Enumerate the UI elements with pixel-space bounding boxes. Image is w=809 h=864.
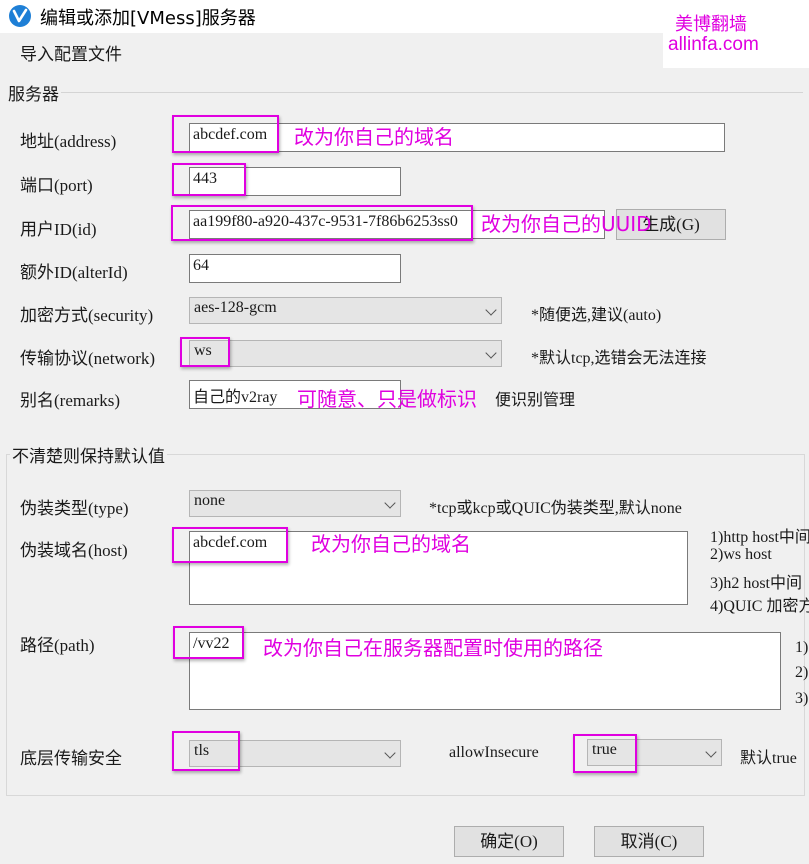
remarks-annotation: 可随意、只是做标识	[297, 387, 477, 411]
uuid-annotation: 改为你自己的UUID	[481, 212, 652, 236]
network-select-value: ws	[194, 342, 212, 359]
ok-button[interactable]: 确定(O)	[454, 826, 564, 857]
host-hint-1: 1)http host中间	[710, 529, 809, 546]
remarks-label: 别名(remarks)	[20, 391, 121, 410]
remarks-input-tail-text: 便识别管理	[495, 392, 576, 409]
chevron-down-icon	[485, 347, 497, 359]
port-input[interactable]: 443	[189, 167, 401, 196]
chevron-down-icon	[384, 497, 396, 509]
network-note: *默认tcp,选错会无法连接	[531, 350, 707, 367]
host-label: 伪装域名(host)	[20, 541, 128, 560]
server-group-title: 服务器	[6, 80, 61, 105]
path-annotation: 改为你自己在服务器配置时使用的路径	[263, 636, 603, 660]
security-note: *随便选,建议(auto)	[531, 307, 662, 324]
allow-insecure-note: 默认true	[740, 750, 797, 767]
network-label: 传输协议(network)	[20, 349, 156, 368]
path-label: 路径(path)	[20, 636, 95, 655]
window-title: 编辑或添加[VMess]服务器	[40, 8, 256, 29]
path-hint-3: 3)	[795, 690, 809, 707]
tls-select-value: tls	[194, 742, 210, 759]
chevron-down-icon	[705, 746, 717, 758]
security-select[interactable]: aes-128-gcm	[189, 297, 502, 324]
host-hint-4: 4)QUIC 加密方	[710, 598, 809, 615]
host-hint-3: 3)h2 host中间	[710, 575, 803, 592]
type-select[interactable]: none	[189, 490, 401, 517]
cancel-button[interactable]: 取消(C)	[594, 826, 704, 857]
watermark-line1: 美博翻墙	[675, 14, 747, 34]
security-select-value: aes-128-gcm	[194, 299, 277, 316]
host-hint-2: 2)ws host	[710, 546, 772, 563]
address-input[interactable]: abcdef.com	[189, 123, 725, 152]
network-select[interactable]: ws	[189, 340, 502, 367]
tls-label: 底层传输安全	[20, 749, 122, 768]
menu-import-config[interactable]: 导入配置文件	[20, 40, 122, 65]
type-select-value: none	[194, 492, 226, 509]
type-note: *tcp或kcp或QUIC伪装类型,默认none	[429, 500, 682, 517]
watermark-line2: allinfa.com	[668, 34, 759, 55]
allow-insecure-select[interactable]: true	[587, 739, 722, 766]
address-label: 地址(address)	[20, 132, 117, 151]
path-hint-2: 2)	[795, 664, 809, 681]
alter-id-label: 额外ID(alterId)	[20, 263, 128, 282]
chevron-down-icon	[485, 304, 497, 316]
chevron-down-icon	[384, 747, 396, 759]
alter-id-input[interactable]: 64	[189, 254, 401, 283]
path-hint-1: 1)	[795, 639, 809, 656]
type-label: 伪装类型(type)	[20, 499, 129, 518]
security-label: 加密方式(security)	[20, 306, 154, 325]
tls-select[interactable]: tls	[189, 740, 401, 767]
advanced-group-title: 不清楚则保持默认值	[10, 442, 167, 467]
host-annotation: 改为你自己的域名	[311, 532, 471, 556]
user-id-label: 用户ID(id)	[20, 220, 97, 239]
address-annotation: 改为你自己的域名	[294, 125, 454, 149]
server-group-divider	[6, 92, 803, 93]
allow-insecure-label: allowInsecure	[449, 744, 539, 761]
port-label: 端口(port)	[20, 176, 93, 195]
allow-insecure-value: true	[592, 741, 617, 758]
v2rayn-app-icon	[9, 5, 31, 27]
